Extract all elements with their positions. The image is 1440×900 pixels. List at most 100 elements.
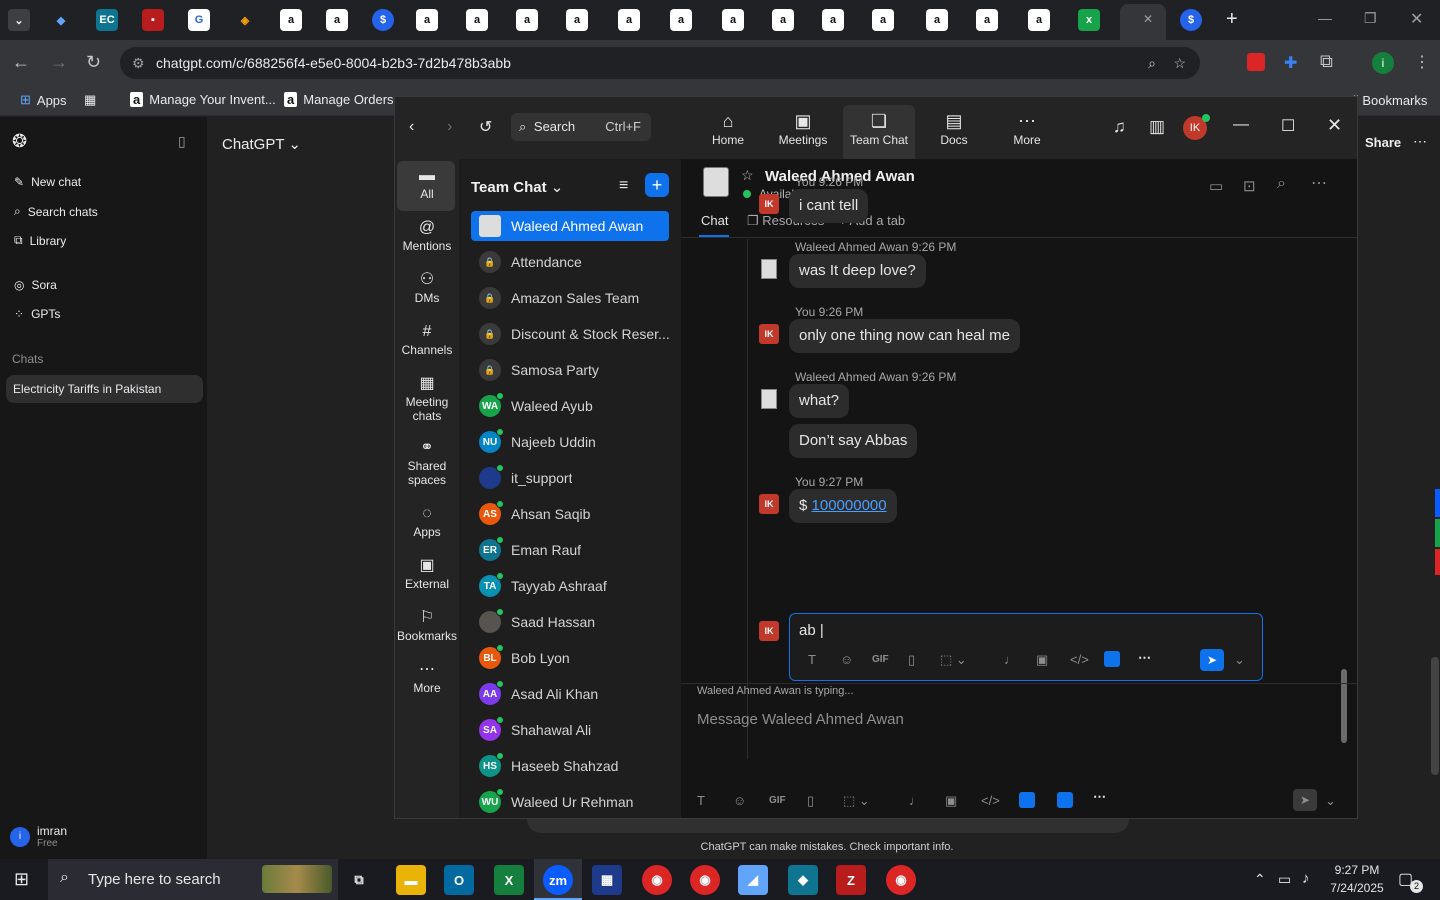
extension-icon[interactable]: ✚ xyxy=(1284,53,1302,72)
tray-chevron-icon[interactable]: ⌃ xyxy=(1254,871,1266,888)
zoom-app-icon[interactable] xyxy=(1019,792,1035,808)
rail-external[interactable]: ▣ External xyxy=(397,558,457,592)
channel-item[interactable]: TA Tayyab Ashraaf xyxy=(471,571,669,601)
channel-item[interactable]: 🔒 Discount & Stock Reser... xyxy=(471,319,669,349)
channel-item[interactable]: ER Eman Rauf xyxy=(471,535,669,565)
chat-list-title[interactable]: Team Chat ⌄ xyxy=(471,178,563,196)
back-icon[interactable]: ← xyxy=(12,52,30,73)
close-icon[interactable]: ✕ xyxy=(1327,115,1342,136)
model-selector[interactable]: ChatGPT ⌄ xyxy=(222,135,301,153)
code-icon[interactable]: </> xyxy=(981,793,1000,808)
close-window-icon[interactable]: ✕ xyxy=(1410,9,1423,29)
back-icon[interactable]: ‹ xyxy=(409,118,414,136)
channel-item[interactable]: it_support xyxy=(471,463,669,493)
sora-button[interactable]: ◎ Sora xyxy=(14,278,57,292)
bookmark-star-icon[interactable]: ☆ xyxy=(1173,47,1186,79)
amazon-tab-icon[interactable]: a xyxy=(618,9,640,31)
rail-bookmarks[interactable]: ⚐ Bookmarks xyxy=(397,610,457,644)
amazon-tab-icon[interactable]: a xyxy=(926,9,948,31)
more-dots-icon[interactable]: ⋯ xyxy=(1093,789,1106,805)
microphone-icon[interactable]: ♩ xyxy=(909,793,922,808)
file-icon[interactable]: ▯ xyxy=(807,793,814,809)
amazon-tab-icon[interactable]: a xyxy=(280,9,302,31)
message-bubble[interactable]: was It deep love? xyxy=(789,254,926,288)
channel-item[interactable]: Waleed Ahmed Awan xyxy=(471,211,669,241)
tab-favicon[interactable]: EC xyxy=(96,9,118,31)
site-info-icon[interactable]: ⚙ xyxy=(132,47,145,79)
library-button[interactable]: ⧉ Library xyxy=(14,233,66,248)
share-button[interactable]: Share xyxy=(1365,135,1401,150)
amazon-tab-icon[interactable]: a xyxy=(722,9,744,31)
profile-avatar[interactable]: i xyxy=(1372,52,1394,74)
send-icon[interactable]: ➤ xyxy=(1293,789,1317,811)
bookmark-manage-orders[interactable]: a Manage Orders xyxy=(284,92,394,107)
new-tab-icon[interactable]: + xyxy=(1226,8,1238,31)
outlook-icon[interactable]: O xyxy=(444,865,474,895)
filezilla-icon[interactable]: Z xyxy=(836,865,866,895)
tab-search-icon[interactable]: ⌄ xyxy=(8,9,30,31)
message-input[interactable]: Message Waleed Ahmed Awan xyxy=(697,711,904,728)
star-icon[interactable]: ☆ xyxy=(741,167,754,184)
rail-mentions[interactable]: @ Mentions xyxy=(397,220,457,254)
filter-icon[interactable]: ≡ xyxy=(619,177,628,195)
format-text-icon[interactable]: T xyxy=(697,793,705,808)
excel-icon[interactable]: X xyxy=(494,865,524,895)
channel-item[interactable]: WA Waleed Ayub xyxy=(471,391,669,421)
file-explorer-icon[interactable]: ▬ xyxy=(396,865,426,895)
gif-icon[interactable]: GIF xyxy=(872,654,889,665)
zoom-lens-icon[interactable]: ⌕ xyxy=(1148,47,1156,79)
forward-icon[interactable]: › xyxy=(447,118,452,136)
bookmark-apps[interactable]: ⊞ Apps xyxy=(20,92,67,108)
task-view-icon[interactable]: ⧉ xyxy=(344,865,374,895)
code-icon[interactable]: </> xyxy=(1070,652,1089,667)
new-chat-plus-button[interactable]: + xyxy=(645,173,669,197)
tab-favicon[interactable]: ◈ xyxy=(234,9,256,31)
chrome-icon[interactable]: ◉ xyxy=(642,865,672,895)
minimize-icon[interactable]: — xyxy=(1233,116,1249,134)
maximize-icon[interactable]: ☐ xyxy=(1281,116,1295,136)
more-options-icon[interactable]: ⋯ xyxy=(1311,173,1327,193)
calculator-icon[interactable]: ▦ xyxy=(592,865,622,895)
nav-docs[interactable]: ▤ Docs xyxy=(919,111,989,147)
search-chats-button[interactable]: ⌕ Search chats xyxy=(14,204,98,219)
channel-item[interactable]: WU Waleed Ur Rehman xyxy=(471,787,669,817)
video-message-icon[interactable]: ▣ xyxy=(1036,652,1048,668)
chat-scrollbar[interactable] xyxy=(1341,669,1347,743)
nav-more[interactable]: ⋯ More xyxy=(992,111,1062,147)
amazon-tab-icon[interactable]: a xyxy=(772,9,794,31)
screenshot-icon[interactable]: ⬚ ⌄ xyxy=(843,793,870,809)
amazon-tab-icon[interactable]: a xyxy=(822,9,844,31)
message-bubble[interactable]: i cant tell xyxy=(789,189,869,223)
message-link[interactable]: 100000000 xyxy=(812,497,887,514)
app-icon[interactable]: ◢ xyxy=(738,865,768,895)
excel-tab-icon[interactable]: x xyxy=(1078,9,1100,31)
reload-icon[interactable]: ↻ xyxy=(86,52,101,73)
channel-item[interactable]: AS Ahsan Saqib xyxy=(471,499,669,529)
file-icon[interactable]: ▯ xyxy=(908,652,915,668)
amazon-tab-icon[interactable]: a xyxy=(872,9,894,31)
screenshot-icon[interactable]: ⬚ ⌄ xyxy=(940,652,967,668)
nav-home[interactable]: ⌂ Home xyxy=(693,111,763,147)
amazon-tab-icon[interactable]: a xyxy=(326,9,348,31)
share-screen-icon[interactable]: ⊡ xyxy=(1243,177,1256,195)
chat-history-item[interactable]: Electricity Tariffs in Pakistan xyxy=(6,375,203,403)
rail-meeting-chats[interactable]: ▦ Meeting chats xyxy=(397,376,457,424)
clock-date[interactable]: 7/24/2025 xyxy=(1322,881,1392,895)
close-tab-icon[interactable]: ✕ xyxy=(1143,12,1153,26)
amazon-tab-icon[interactable]: a xyxy=(416,9,438,31)
amazon-tab-icon[interactable]: a xyxy=(516,9,538,31)
chatgpt-composer[interactable] xyxy=(527,819,1129,833)
channel-item[interactable]: NU Najeeb Uddin xyxy=(471,427,669,457)
tab-favicon[interactable]: ▪ xyxy=(142,9,164,31)
amazon-tab-icon[interactable]: a xyxy=(566,9,588,31)
message-bubble[interactable]: $ 100000000 xyxy=(789,489,897,523)
network-icon[interactable]: ▭ xyxy=(1278,871,1291,888)
user-name[interactable]: imran xyxy=(37,824,67,838)
volume-icon[interactable]: ♪ xyxy=(1302,870,1310,887)
video-message-icon[interactable]: ▣ xyxy=(945,793,957,809)
rail-dms[interactable]: ⚇ DMs xyxy=(397,272,457,306)
inline-edit-box[interactable]: ab | T ☺ GIF ▯ ⬚ ⌄ ♩ ▣ </> ⋯ ➤ ⌄ xyxy=(789,613,1263,681)
bookmark-grid[interactable]: ▦ xyxy=(84,92,96,108)
browser-menu-icon[interactable]: ⋮ xyxy=(1414,52,1430,72)
history-icon[interactable]: ↺ xyxy=(479,117,492,137)
